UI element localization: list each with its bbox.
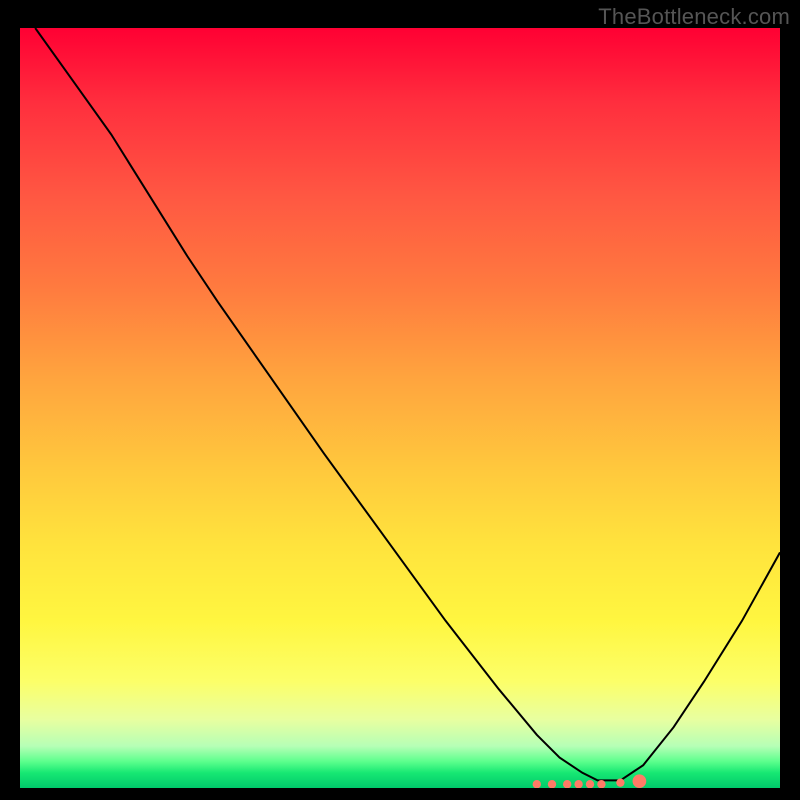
marker-dot (586, 780, 594, 788)
marker-dot (548, 780, 556, 788)
marker-dot (563, 780, 571, 788)
marker-dot (633, 774, 647, 788)
bottleneck-curve-line (35, 28, 780, 780)
marker-dot (616, 779, 624, 787)
plot-area (20, 28, 780, 788)
marker-dot (597, 780, 605, 788)
chart-container: TheBottleneck.com (0, 0, 800, 800)
watermark-text: TheBottleneck.com (598, 4, 790, 30)
marker-dot (533, 780, 541, 788)
marker-dot (574, 780, 582, 788)
chart-svg (20, 28, 780, 788)
